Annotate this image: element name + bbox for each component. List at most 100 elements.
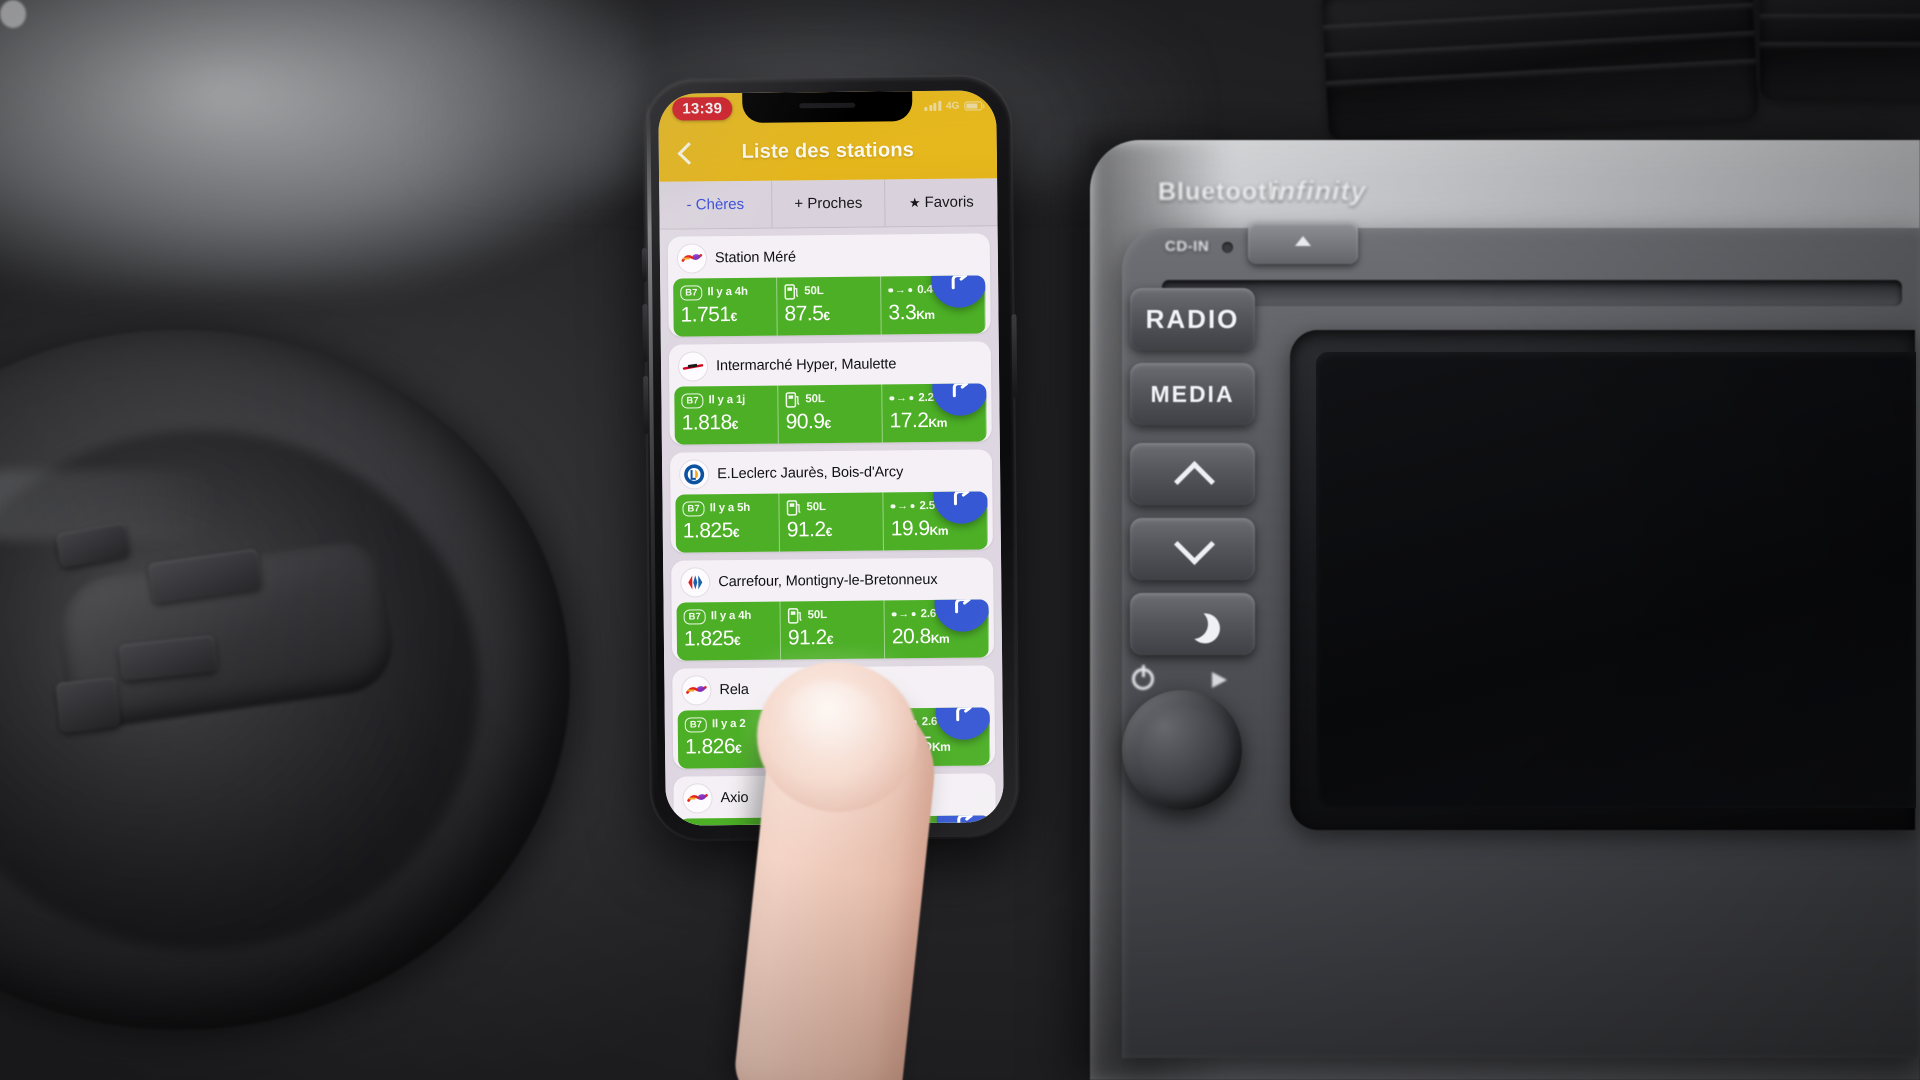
fuel-pump-icon [786, 499, 801, 516]
media-button[interactable]: MEDIA [1130, 363, 1255, 425]
volume-unit: L [819, 609, 827, 622]
station-header: Station Méré [668, 233, 990, 278]
station-card[interactable]: Station Méré B7 Il y a 4h 1.751€ 50L 87.… [667, 233, 991, 337]
station-metrics: B7 Il y a 4h 1.825€ 50L 91.2€ → 2.6 20.8… [676, 599, 990, 661]
fuel-pump-icon [784, 283, 799, 300]
radio-button[interactable]: RADIO [1130, 288, 1255, 350]
station-card[interactable]: Intermarché Hyper, Maulette B7 Il y a 1j… [668, 341, 992, 445]
full-tank-unit: € [825, 524, 832, 540]
fuel-type-badge: B7 [680, 284, 703, 301]
total-energies-icon [676, 243, 708, 274]
detour-value: 2.5 [919, 499, 935, 513]
station-card[interactable]: Axio B7 Il y a [673, 773, 997, 826]
updated-label: Il y a 1j [708, 393, 746, 407]
power-icon[interactable] [1132, 665, 1154, 690]
chevron-down-icon [1176, 532, 1210, 566]
phone-volume-up-button[interactable] [642, 303, 648, 362]
play-icon[interactable] [1212, 672, 1227, 688]
volume-unit: L [817, 393, 825, 406]
distance-value: 17.2 [889, 408, 929, 433]
full-tank-metric [782, 816, 888, 826]
full-tank-metric: 50L 87.5€ [777, 276, 882, 336]
cd-in-label: CD-IN [1165, 238, 1210, 255]
price-value: 1.825 [683, 627, 735, 651]
fuel-type-badge: B7 [685, 824, 709, 826]
tab-nearest[interactable]: + Proches [772, 179, 886, 228]
distance-unit: Km [928, 415, 947, 430]
status-indicators: 4G [924, 100, 983, 112]
turn-right-arrow-icon [953, 491, 970, 506]
volume-value: 50 [806, 501, 819, 514]
fuel-pump-icon [787, 607, 803, 624]
app-header: 13:39 4G Liste des stations [658, 90, 998, 182]
station-metrics: B7 Il y a 4h 1.751€ 50L 87.5€ → 0.4 3.3K… [673, 275, 986, 337]
full-tank-unit: € [824, 417, 831, 432]
full-tank-value: 90.9 [785, 410, 825, 434]
station-card[interactable]: E.Leclerc Jaurès, Bois-d'Arcy B7 Il y a … [669, 449, 993, 553]
turn-right-arrow-icon [952, 383, 969, 398]
scroll-up-button[interactable] [1130, 443, 1255, 505]
station-card[interactable]: Carrefour, Montigny-le-Bretonneux B7 Il … [671, 557, 995, 661]
station-list[interactable]: Station Méré B7 Il y a 4h 1.751€ 50L 87.… [659, 226, 1004, 826]
tab-favorites[interactable]: ★ Favoris [885, 178, 997, 226]
volume-unit: L [818, 501, 826, 514]
tab-cheapest[interactable]: - Chères [659, 180, 773, 229]
phone-volume-down-button[interactable] [643, 375, 649, 434]
detour-value: 0.4 [917, 283, 933, 297]
full-tank-value: 91.2 [786, 518, 826, 542]
star-icon: ★ [908, 194, 921, 210]
station-header: Intermarché Hyper, Maulette [669, 341, 991, 386]
price-unit: € [731, 417, 738, 433]
updated-label: Il y a 4h [710, 609, 752, 623]
volume-value: 50 [804, 285, 817, 298]
recording-time-badge: 13:39 [672, 96, 733, 121]
fuel-type-badge: B7 [682, 500, 705, 517]
distance-value: 19.9 [890, 516, 930, 541]
distance-unit: Km [929, 523, 949, 538]
station-metrics: B7 Il y a 5h 1.825€ 50L 91.2€ → 2.5 19.9… [675, 491, 988, 553]
full-tank-metric: 50L 90.9€ [778, 384, 883, 444]
price-metric: B7 Il y a 4h 1.751€ [673, 277, 778, 337]
station-name: Carrefour, Montigny-le-Bretonneux [718, 571, 938, 591]
updated-label: Il y a 5h [709, 501, 751, 515]
price-metric: B7 Il y a 2 1.826€ [677, 709, 783, 769]
phone-mute-switch[interactable] [641, 247, 648, 282]
fuel-pump-icon [785, 391, 800, 408]
distance-unit: Km [931, 739, 951, 754]
leclerc-icon [679, 459, 710, 490]
price-unit: € [730, 309, 737, 325]
full-tank-unit: € [823, 309, 830, 324]
full-tank-metric: 50L 91.2€ [779, 492, 884, 552]
detour-value: 2.6 [920, 607, 937, 621]
volume-knob[interactable] [1122, 690, 1242, 810]
total-energies-icon [681, 675, 712, 706]
turn-right-arrow-icon [956, 707, 972, 722]
station-card[interactable]: Rela B7 Il y a 2 1.826€ → 2.6 20.5Km [672, 665, 996, 769]
phone-power-button[interactable] [1011, 314, 1018, 399]
steering-wheel-button[interactable] [55, 677, 121, 733]
price-metric: B7 Il y a [678, 817, 784, 826]
detour-icon: → [888, 284, 913, 296]
tab-nearest-label: + Proches [794, 194, 863, 213]
detour-value: 2.6 [921, 715, 938, 729]
head-unit-display[interactable] [1316, 352, 1916, 808]
station-metrics: B7 Il y a 1j 1.818€ 50L 90.9€ → 2.2 17.2… [674, 383, 987, 445]
turn-right-arrow-icon [957, 815, 973, 826]
scroll-down-button[interactable] [1130, 518, 1255, 580]
detour-icon: → [890, 500, 915, 512]
station-header: Carrefour, Montigny-le-Bretonneux [671, 557, 993, 602]
navigate-button[interactable] [936, 815, 992, 826]
fuel-pump-icon [788, 715, 804, 732]
infinity-label: infinity [1270, 176, 1367, 206]
back-button[interactable] [659, 129, 711, 176]
network-type-label: 4G [945, 100, 960, 112]
chevron-left-icon [677, 145, 692, 160]
phone-screen[interactable]: 13:39 4G Liste des stations - Chères + P… [658, 90, 1004, 826]
night-mode-button[interactable] [1130, 593, 1255, 655]
eject-button[interactable] [1248, 222, 1358, 264]
tab-cheapest-label: - Chères [686, 195, 745, 214]
volume-value: 50 [805, 393, 818, 406]
price-unit: € [732, 525, 740, 541]
distance-value: 20.8 [891, 624, 931, 649]
total-energies-icon [682, 783, 713, 814]
